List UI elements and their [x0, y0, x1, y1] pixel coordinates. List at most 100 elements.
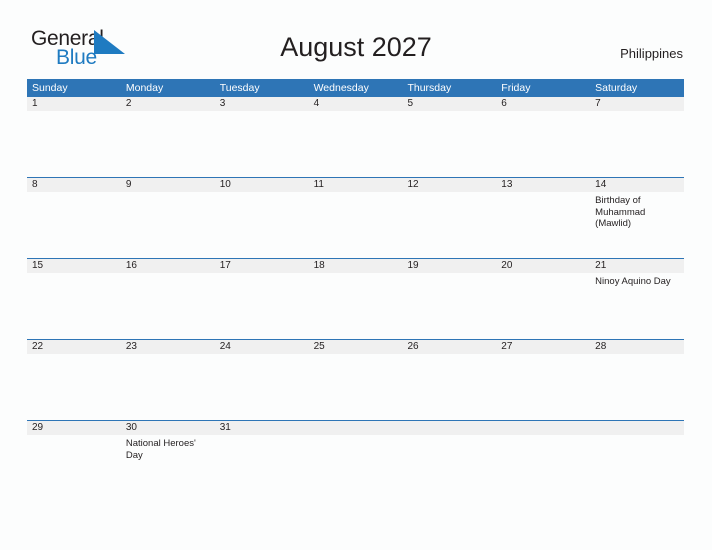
calendar-grid: Sunday Monday Tuesday Wednesday Thursday… [27, 79, 684, 501]
calendar-day-cell[interactable]: 28 [590, 340, 684, 420]
calendar-day-cell[interactable]: 10 [215, 178, 309, 258]
day-number [595, 421, 684, 435]
calendar-day-cell[interactable]: 23 [121, 340, 215, 420]
day-events [32, 354, 121, 357]
day-number: 21 [595, 260, 607, 271]
day-number: 7 [595, 98, 601, 109]
day-number: 5 [407, 98, 413, 109]
calendar-day-cell[interactable]: 21 Ninoy Aquino Day [590, 259, 684, 339]
calendar-week-row: 22 23 24 25 26 27 28 [27, 339, 684, 420]
calendar-day-cell[interactable]: 14 Birthday of Muhammad (Mawlid) [590, 178, 684, 258]
calendar-weeks: 1 2 3 4 5 6 7 8 9 10 11 12 13 14 Birthday of Muhammad … [27, 97, 684, 501]
day-number: 26 [407, 341, 419, 352]
day-events [501, 111, 590, 114]
day-events [126, 111, 215, 114]
region-label: Philippines [620, 46, 683, 61]
day-number: 24 [219, 341, 231, 352]
calendar-day-cell[interactable]: 24 [215, 340, 309, 420]
page-header: General Blue August 2027 Philippines [0, 0, 712, 78]
calendar-day-cell-empty [402, 421, 496, 501]
calendar-day-cell[interactable]: 2 [121, 97, 215, 177]
day-number: 1 [32, 98, 38, 109]
calendar-day-cell[interactable]: 7 [590, 97, 684, 177]
day-number [407, 421, 496, 435]
day-events [501, 192, 590, 195]
calendar-day-cell[interactable]: 26 [402, 340, 496, 420]
day-number: 29 [32, 422, 44, 433]
day-events: Birthday of Muhammad (Mawlid) [595, 192, 684, 230]
day-number: 6 [501, 98, 507, 109]
day-number: 14 [595, 179, 607, 190]
calendar-day-cell[interactable]: 17 [215, 259, 309, 339]
calendar-week-row: 29 30 National Heroes' Day 31 [27, 420, 684, 501]
day-events [314, 354, 403, 357]
calendar-day-cell[interactable]: 15 [27, 259, 121, 339]
calendar-day-cell[interactable]: 12 [402, 178, 496, 258]
day-number [501, 421, 590, 435]
day-number: 19 [407, 260, 419, 271]
calendar-day-cell[interactable]: 9 [121, 178, 215, 258]
calendar-day-cell[interactable]: 13 [496, 178, 590, 258]
calendar-week-cells: 29 30 National Heroes' Day 31 [27, 421, 684, 501]
day-events [501, 435, 590, 438]
day-number: 9 [125, 179, 132, 190]
weekday-header-wednesday: Wednesday [313, 82, 369, 94]
calendar-day-cell[interactable]: 11 [309, 178, 403, 258]
day-number: 22 [32, 341, 44, 352]
calendar-week-row: 15 16 17 18 19 20 21 Ninoy Aquino Day [27, 258, 684, 339]
weekday-header-sunday: Sunday [32, 82, 68, 94]
day-events [314, 273, 403, 276]
calendar-day-cell[interactable]: 4 [309, 97, 403, 177]
day-number: 17 [219, 260, 231, 271]
calendar-day-cell[interactable]: 5 [402, 97, 496, 177]
weekday-header-friday: Friday [501, 82, 531, 94]
calendar-day-cell[interactable]: 22 [27, 340, 121, 420]
calendar-day-cell-empty [496, 421, 590, 501]
calendar-week-cells: 15 16 17 18 19 20 21 Ninoy Aquino Day [27, 259, 684, 339]
day-events [220, 435, 309, 438]
day-number: 15 [32, 260, 44, 271]
holiday-event-label: Ninoy Aquino Day [595, 276, 671, 287]
day-events [595, 111, 684, 114]
calendar-day-cell[interactable]: 3 [215, 97, 309, 177]
calendar-day-cell[interactable]: 6 [496, 97, 590, 177]
calendar-week-cells: 22 23 24 25 26 27 28 [27, 340, 684, 420]
day-events: Ninoy Aquino Day [595, 273, 684, 288]
day-events [220, 354, 309, 357]
day-number: 27 [501, 341, 513, 352]
day-events [595, 435, 684, 438]
day-number: 10 [219, 179, 231, 190]
day-events [407, 354, 496, 357]
day-events [407, 192, 496, 195]
calendar-day-cell[interactable]: 29 [27, 421, 121, 501]
day-events [220, 273, 309, 276]
calendar-day-cell[interactable]: 25 [309, 340, 403, 420]
calendar-day-cell[interactable]: 19 [402, 259, 496, 339]
holiday-event-label: National Heroes' Day [125, 438, 196, 461]
calendar-week-cells: 8 9 10 11 12 13 14 Birthday of Muhammad (Mawlid… [27, 178, 684, 258]
calendar-day-cell[interactable]: 1 [27, 97, 121, 177]
calendar-day-cell[interactable]: 8 [27, 178, 121, 258]
day-number: 12 [407, 179, 419, 190]
day-events [126, 354, 215, 357]
weekday-header-row: Sunday Monday Tuesday Wednesday Thursday… [27, 79, 684, 97]
day-events [407, 111, 496, 114]
calendar-day-cell[interactable]: 16 [121, 259, 215, 339]
day-number: 3 [219, 98, 226, 109]
calendar-page: General Blue August 2027 Philippines Sun… [0, 0, 712, 550]
day-events [314, 192, 403, 195]
day-number: 28 [595, 341, 607, 352]
day-number: 8 [32, 179, 38, 190]
weekday-header-monday: Monday [125, 82, 164, 94]
day-events [407, 273, 496, 276]
calendar-day-cell[interactable]: 27 [496, 340, 590, 420]
calendar-day-cell[interactable]: 20 [496, 259, 590, 339]
day-events [314, 111, 403, 114]
weekday-header-saturday: Saturday [595, 82, 638, 94]
calendar-day-cell[interactable]: 18 [309, 259, 403, 339]
calendar-day-cell[interactable]: 30 National Heroes' Day [121, 421, 215, 501]
day-events [32, 192, 121, 195]
calendar-day-cell[interactable]: 31 [215, 421, 309, 501]
day-events [501, 354, 590, 357]
day-events [595, 354, 684, 357]
